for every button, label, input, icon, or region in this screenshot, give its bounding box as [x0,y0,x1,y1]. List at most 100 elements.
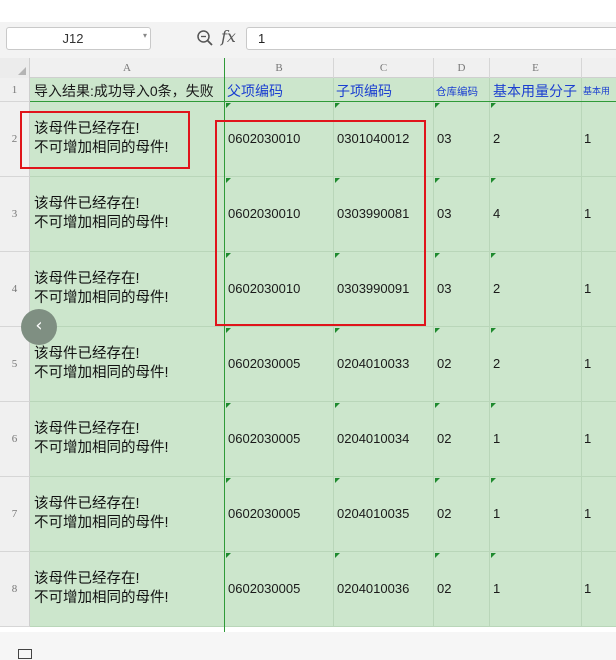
cell-b1[interactable]: 父项编码 [225,78,334,101]
page-view-icon[interactable] [18,649,32,659]
cell-indicator [335,553,340,558]
cell-a-message[interactable]: 该母件已经存在! 不可增加相同的母件! [30,477,225,551]
cell-parent-code[interactable]: 0602030005 [225,477,334,551]
cell-warehouse-code[interactable]: 02 [434,402,490,476]
cell-usage-numerator[interactable]: 2 [490,102,582,176]
cell-indicator [435,328,440,333]
row-header-6[interactable]: 6 [0,402,30,477]
cell-a-message[interactable]: 该母件已经存在! 不可增加相同的母件! [30,402,225,476]
cell-a-message[interactable]: 该母件已经存在! 不可增加相同的母件! [30,552,225,626]
select-all-corner[interactable] [0,58,30,78]
cell-child-code[interactable]: 0204010035 [334,477,434,551]
cell-indicator [491,178,496,183]
column-header-b[interactable]: B [225,58,334,78]
message-line-1: 该母件已经存在! [34,571,140,587]
row-header-1[interactable]: 1 [0,78,30,102]
name-box[interactable]: J12 ▾ [6,27,151,50]
message-line-2: 不可增加相同的母件! [34,515,169,531]
table-row-header: 导入结果:成功导入0条，失败 父项编码 子项编码 仓库编码 基本用量分子 基本用 [30,78,616,102]
table-row: 该母件已经存在! 不可增加相同的母件! 0602030005 0204010034 02… [30,402,616,477]
scroll-left-button[interactable]: ‹ [21,309,57,345]
toolbar-top-strip [0,0,616,22]
cell-child-code[interactable]: 0204010033 [334,327,434,401]
cell-usage-f[interactable]: 1 [582,477,616,551]
cell-usage-f[interactable]: 1 [582,102,616,176]
cell-a-message[interactable]: 该母件已经存在! 不可增加相同的母件! [30,252,225,326]
table-row: 该母件已经存在! 不可增加相同的母件! 0602030005 0204010035 02… [30,477,616,552]
message-line-1: 该母件已经存在! [34,271,140,287]
table-row: 该母件已经存在! 不可增加相同的母件! 0602030005 0204010033 02… [30,327,616,402]
cell-a-message[interactable]: 该母件已经存在! 不可增加相同的母件! [30,327,225,401]
cell-indicator [226,553,231,558]
cell-indicator [491,553,496,558]
column-header-c[interactable]: C [334,58,434,78]
message-line-2: 不可增加相同的母件! [34,440,169,456]
message-line-2: 不可增加相同的母件! [34,365,169,381]
row-header-7[interactable]: 7 [0,477,30,552]
fx-icon[interactable]: fx [221,27,236,46]
highlight-box-b2-c4 [215,120,426,326]
cell-indicator [335,403,340,408]
cell-indicator [335,328,340,333]
zoom-icon[interactable] [196,29,214,47]
cell-a-message[interactable]: 该母件已经存在! 不可增加相同的母件! [30,177,225,251]
formula-input[interactable]: 1 [246,27,616,50]
row-split-line [30,101,616,102]
column-header-a[interactable]: A [30,58,225,78]
row-header-8[interactable]: 8 [0,552,30,627]
column-header-e[interactable]: E [490,58,582,78]
message-line-1: 该母件已经存在! [34,346,140,362]
cell-d1[interactable]: 仓库编码 [434,78,490,101]
cell-indicator [435,253,440,258]
cell-parent-code[interactable]: 0602030005 [225,327,334,401]
cell-indicator [491,103,496,108]
cell-usage-f[interactable]: 1 [582,552,616,626]
chevron-down-icon[interactable]: ▾ [143,31,147,40]
message-line-1: 该母件已经存在! [34,196,140,212]
highlight-box-a2 [20,111,190,169]
cell-indicator [435,553,440,558]
cell-child-code[interactable]: 0204010034 [334,402,434,476]
row-header-3[interactable]: 3 [0,177,30,252]
cell-usage-numerator[interactable]: 4 [490,177,582,251]
cell-usage-f[interactable]: 1 [582,402,616,476]
cell-parent-code[interactable]: 0602030005 [225,552,334,626]
cell-usage-f[interactable]: 1 [582,252,616,326]
cell-indicator [226,478,231,483]
cell-usage-numerator[interactable]: 1 [490,552,582,626]
cell-indicator [491,403,496,408]
cell-indicator [435,478,440,483]
column-header-f[interactable] [582,58,616,78]
cell-indicator [335,478,340,483]
cell-indicator [435,103,440,108]
cell-warehouse-code[interactable]: 02 [434,327,490,401]
message-line-1: 该母件已经存在! [34,421,140,437]
cell-usage-f[interactable]: 1 [582,327,616,401]
cell-warehouse-code[interactable]: 02 [434,552,490,626]
cell-indicator [226,103,231,108]
cell-indicator [435,178,440,183]
cell-warehouse-code[interactable]: 02 [434,477,490,551]
formula-toolbar: J12 ▾ fx 1 [0,0,616,58]
cell-a1[interactable]: 导入结果:成功导入0条，失败 [30,78,225,101]
cell-warehouse-code[interactable]: 03 [434,252,490,326]
cell-usage-numerator[interactable]: 1 [490,402,582,476]
message-line-2: 不可增加相同的母件! [34,290,169,306]
cell-indicator [491,478,496,483]
cell-parent-code[interactable]: 0602030005 [225,402,334,476]
column-header-d[interactable]: D [434,58,490,78]
cell-indicator [226,403,231,408]
cell-warehouse-code[interactable]: 03 [434,102,490,176]
cell-f1[interactable]: 基本用 [582,78,616,101]
cell-e1[interactable]: 基本用量分子 [490,78,582,101]
cell-usage-numerator[interactable]: 2 [490,252,582,326]
message-line-2: 不可增加相同的母件! [34,215,169,231]
cell-usage-numerator[interactable]: 2 [490,327,582,401]
status-bar [0,632,616,660]
cell-usage-f[interactable]: 1 [582,177,616,251]
cell-warehouse-code[interactable]: 03 [434,177,490,251]
cell-usage-numerator[interactable]: 1 [490,477,582,551]
cell-c1[interactable]: 子项编码 [334,78,434,101]
cell-child-code[interactable]: 0204010036 [334,552,434,626]
cell-indicator [335,103,340,108]
